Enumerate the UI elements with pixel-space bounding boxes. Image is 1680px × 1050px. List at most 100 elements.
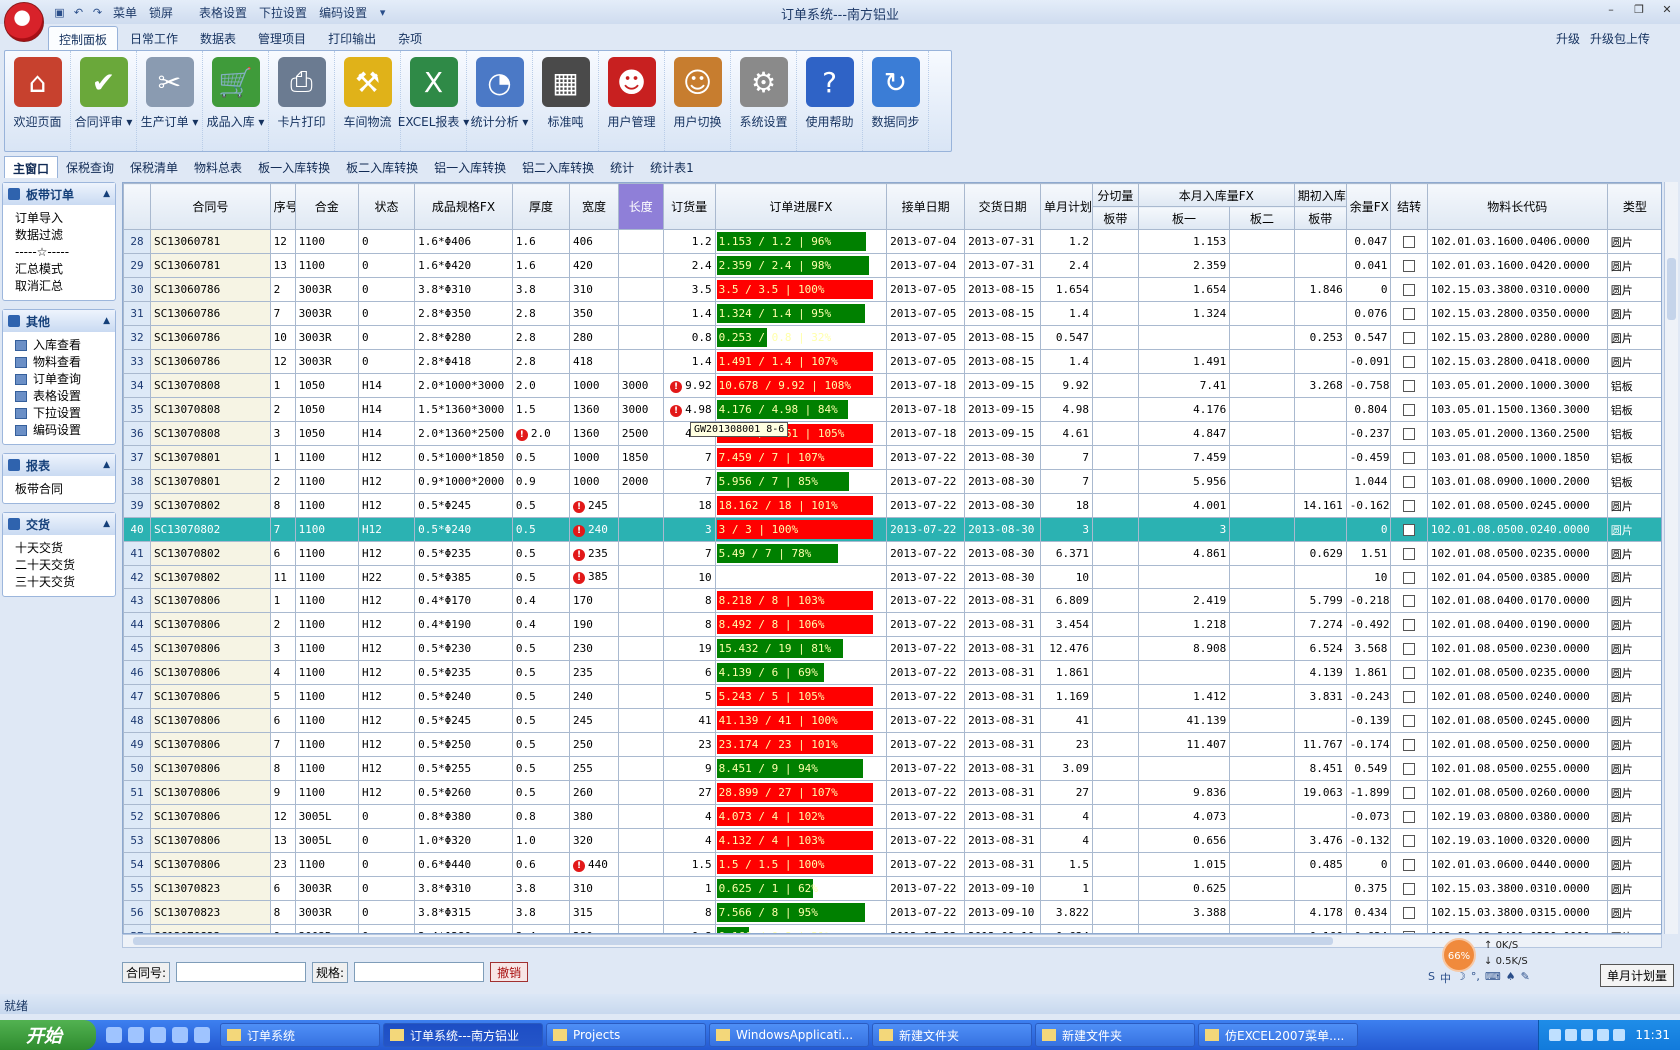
order-date-cell[interactable]: 2013-07-22 [886,445,966,470]
width-cell[interactable]: 420 [569,253,619,278]
plate-two-cell[interactable] [1229,373,1295,398]
type-cell[interactable]: 圆片 [1606,277,1661,302]
order-date-cell[interactable]: 2013-07-22 [886,565,966,589]
carryover-checkbox[interactable] [1403,452,1416,464]
contract-cell[interactable]: SC13070806 [150,852,271,877]
spec-cell[interactable]: 0.4*Φ170 [414,588,513,613]
length-cell[interactable] [617,732,664,757]
shirt-icon[interactable]: ♠ [1506,970,1516,986]
spec-cell[interactable]: 2.8*Φ350 [414,301,513,326]
contract-cell[interactable]: SC13070823 [150,900,271,925]
carryover-cell[interactable] [1390,612,1428,637]
delivery-date-cell[interactable]: 2013-08-15 [964,301,1042,326]
table-row[interactable]: 47 SC13070806 5 1100 H12 0.5*Φ240 0.5 240 5 5.243… [123,684,1661,709]
spec-cell[interactable]: 0.5*1000*1850 [414,445,513,470]
width-cell[interactable]: 250 [569,732,619,757]
carryover-cell[interactable] [1390,588,1428,613]
alloy-cell[interactable]: 3003R [294,277,359,302]
initial-inbound-cell[interactable]: 3.831 [1293,684,1347,709]
carryover-cell[interactable] [1390,229,1428,254]
carryover-checkbox[interactable] [1403,236,1416,248]
order-date-cell[interactable]: 2013-07-22 [886,588,966,613]
material-code-cell[interactable]: 102.01.03.1600.0420.0000 [1426,253,1608,278]
width-cell[interactable]: 260 [569,780,619,805]
contract-cell[interactable]: SC13070801 [150,469,271,494]
carryover-checkbox[interactable] [1403,524,1416,536]
plate-two-cell[interactable] [1229,349,1295,374]
contract-cell[interactable]: SC13060781 [150,253,271,278]
tab-4[interactable]: 打印输出 [318,26,386,50]
thickness-cell[interactable]: 0.5 [511,660,571,685]
month-plan-cell[interactable]: 1.5 [1040,852,1094,877]
row-number[interactable]: 55 [123,876,152,901]
width-cell[interactable]: 245 [569,708,619,733]
length-cell[interactable]: 2500 [617,421,664,446]
slit-cell[interactable] [1092,253,1139,278]
material-code-cell[interactable]: 102.01.08.0500.0240.0000 [1426,684,1608,709]
alloy-cell[interactable]: 1100 [294,253,359,278]
carryover-checkbox[interactable] [1403,260,1416,272]
contract-cell[interactable]: SC13070806 [150,636,271,661]
ribbon-button-12[interactable]: ? 使用帮助 [797,51,863,151]
delivery-date-cell[interactable]: 2013-08-31 [964,708,1042,733]
table-row[interactable]: 49 SC13070806 7 1100 H12 0.5*Φ250 0.5 250 23 23.1… [123,732,1661,757]
remaining-cell[interactable]: 0.634 [1345,924,1392,933]
seq-cell[interactable]: 3 [269,636,296,661]
ribbon-button-9[interactable]: ☻ 用户管理 [599,51,665,151]
order-date-cell[interactable]: 2013-07-04 [886,229,966,254]
material-code-cell[interactable]: 103.01.08.0500.1000.1850 [1426,445,1608,470]
alloy-cell[interactable]: 1100 [294,708,359,733]
initial-inbound-cell[interactable] [1293,565,1347,589]
carryover-checkbox[interactable] [1403,476,1416,488]
thickness-cell[interactable]: 2.8 [511,301,571,326]
spec-cell[interactable]: 3.8*Φ315 [414,900,513,925]
length-cell[interactable] [617,804,664,829]
month-plan-cell[interactable]: 10 [1040,565,1094,589]
initial-inbound-cell[interactable]: 11.767 [1293,732,1347,757]
alloy-cell[interactable]: 1100 [294,588,359,613]
alloy-cell[interactable]: 1100 [294,684,359,709]
progress-cell[interactable]: 5.49 / 7 | 78% [714,541,888,566]
seq-cell[interactable]: 1 [269,445,296,470]
col-length[interactable]: 长度 [617,183,664,230]
order-qty-cell[interactable]: 0.8 [662,924,716,933]
contract-cell[interactable]: SC13070808 [150,421,271,446]
row-number[interactable]: 32 [123,325,152,350]
order-qty-cell[interactable]: 8 [662,612,716,637]
ie-icon[interactable] [128,1027,144,1043]
spec-cell[interactable]: 0.5*Φ235 [414,541,513,566]
slit-cell[interactable] [1092,708,1139,733]
width-cell[interactable]: 1000 [569,373,619,398]
type-cell[interactable]: 圆片 [1606,493,1661,518]
row-number[interactable]: 52 [123,804,152,829]
slit-cell[interactable] [1092,732,1139,757]
remaining-cell[interactable]: 1.51 [1345,541,1392,566]
alloy-cell[interactable]: 1100 [294,229,359,254]
spec-cell[interactable]: 2.0*1360*2500 [414,421,513,446]
table-row[interactable]: 52 SC13070806 12 3005L 0 0.8*Φ380 0.8 380 4 4.073… [123,804,1661,829]
table-row[interactable]: 57SC1307082393003R03.4*Φ2803.42800.80.16… [123,924,1661,933]
thickness-cell[interactable]: 2.8 [511,349,571,374]
task-button-2[interactable]: Projects [546,1023,706,1047]
table-row[interactable]: 37 SC13070801 1 1100 H12 0.5*1000*1850 0.5 1000… [123,445,1661,470]
spec-cell[interactable]: 0.5*Φ245 [414,493,513,518]
col-alloy[interactable]: 合金 [294,183,359,230]
col-month-plan[interactable]: 单月计划量 [1040,183,1094,230]
carryover-checkbox[interactable] [1403,571,1416,584]
plate-one-cell[interactable]: 1.654 [1137,277,1231,302]
side-item[interactable]: 下拉设置 [15,405,103,422]
side-item[interactable]: 板带合同 [15,481,103,498]
initial-inbound-cell[interactable]: 3.476 [1293,828,1347,853]
delivery-date-cell[interactable]: 2013-08-31 [964,732,1042,757]
initial-inbound-cell[interactable]: 8.451 [1293,756,1347,781]
thickness-cell[interactable]: 0.5 [511,493,571,518]
slit-cell[interactable] [1092,876,1139,901]
type-cell[interactable]: 圆片 [1606,876,1661,901]
progress-cell[interactable]: 3 / 3 | 100% [714,517,888,542]
tab-2[interactable]: 数据表 [190,26,246,50]
plate-two-cell[interactable] [1229,684,1295,709]
col-width[interactable]: 宽度 [569,183,619,230]
thickness-cell[interactable]: 0.4 [511,612,571,637]
side-item[interactable]: 二十天交货 [15,557,103,574]
plate-one-cell[interactable]: 4.861 [1137,541,1231,566]
